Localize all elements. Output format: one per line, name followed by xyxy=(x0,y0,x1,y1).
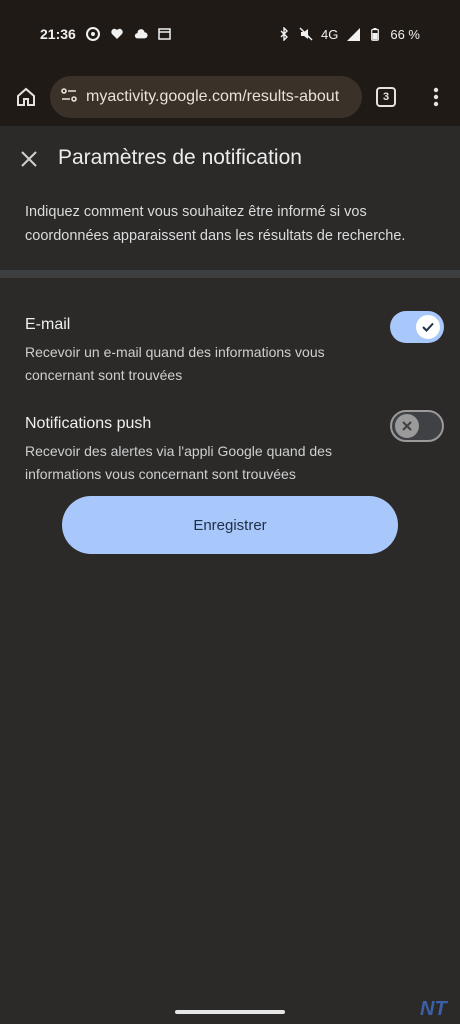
close-small-icon xyxy=(402,421,412,431)
url-text[interactable]: myactivity.google.com/results-about xyxy=(86,88,339,106)
page-title: Paramètres de notification xyxy=(58,146,302,169)
home-icon xyxy=(17,87,35,106)
more-vert-icon xyxy=(433,87,439,107)
close-button[interactable] xyxy=(17,147,41,171)
bluetooth-icon xyxy=(277,27,291,41)
home-indicator[interactable] xyxy=(175,1010,285,1014)
intro-text: Indiquez comment vous souhaitez être inf… xyxy=(25,204,406,244)
mute-icon xyxy=(299,27,313,41)
calendar-icon xyxy=(158,27,172,41)
section-divider xyxy=(0,270,460,278)
check-icon xyxy=(422,322,434,332)
app-notification-icon xyxy=(85,27,100,41)
email-setting-description: Recevoir un e-mail quand des information… xyxy=(25,344,325,383)
tab-switcher-button[interactable]: 3 xyxy=(376,87,396,107)
more-menu-button[interactable] xyxy=(426,85,446,109)
browser-toolbar: myactivity.google.com/results-about 3 xyxy=(0,68,460,126)
email-toggle[interactable] xyxy=(390,311,444,343)
signal-icon xyxy=(346,27,360,41)
home-button[interactable] xyxy=(14,85,38,109)
email-setting-title: E-mail xyxy=(25,316,71,333)
cloud-icon xyxy=(134,27,148,41)
battery-icon xyxy=(368,27,382,41)
push-setting-title: Notifications push xyxy=(25,415,152,432)
close-icon xyxy=(21,151,37,167)
push-toggle[interactable] xyxy=(390,410,444,442)
heart-link-icon xyxy=(110,27,124,41)
site-settings-icon[interactable] xyxy=(60,86,78,109)
push-setting-description: Recevoir des alertes via l'appli Google … xyxy=(25,443,332,482)
watermark-logo: NT xyxy=(420,998,447,1020)
toggle-knob xyxy=(395,414,419,438)
battery-level: 66 % xyxy=(390,26,420,42)
toggle-knob xyxy=(416,315,440,339)
url-bar[interactable]: myactivity.google.com/results-about xyxy=(50,76,362,118)
network-type: 4G xyxy=(321,26,339,42)
save-button[interactable]: Enregistrer xyxy=(62,496,398,554)
status-bar: 21:36 4G 66 % xyxy=(0,0,460,68)
status-time: 21:36 xyxy=(40,26,76,42)
